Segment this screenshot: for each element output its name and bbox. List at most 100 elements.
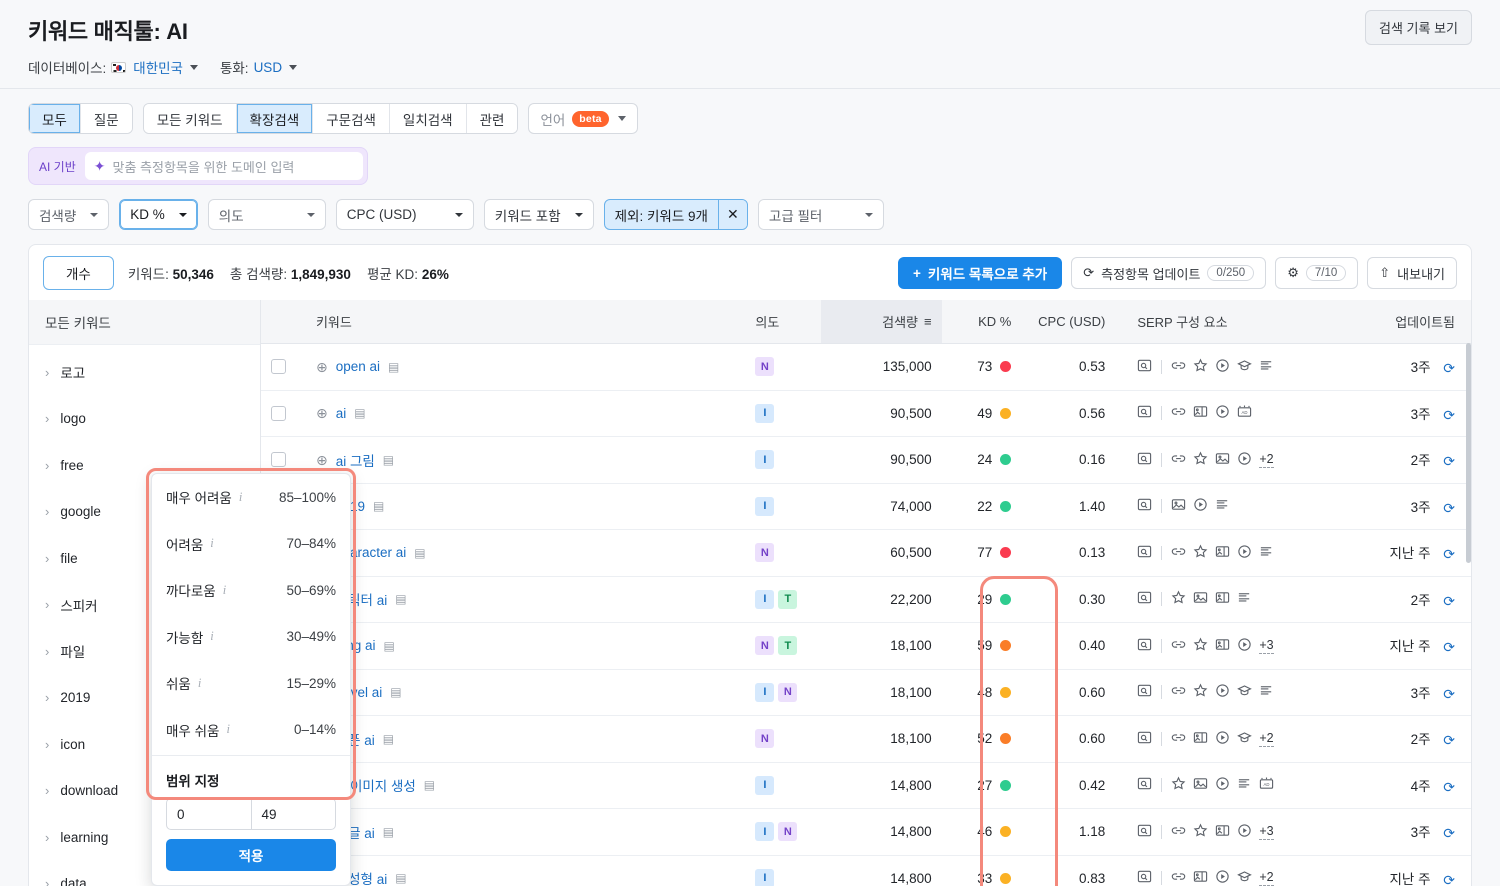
tab-broad-match[interactable]: 확장검색: [236, 104, 314, 133]
serp-image-icon[interactable]: [1193, 776, 1208, 794]
table-row[interactable]: ⊕ character ai ▤ N 60,500 77 0.13 지난 주 ⟳: [261, 529, 1471, 577]
add-keyword-icon[interactable]: ⊕: [316, 453, 328, 467]
info-icon[interactable]: i: [239, 490, 242, 505]
filter-kd[interactable]: KD %: [119, 199, 198, 230]
serp-search-icon[interactable]: [1137, 683, 1152, 701]
serp-imagepack-icon[interactable]: [1215, 590, 1230, 608]
keyword-link[interactable]: ai: [336, 406, 347, 421]
row-refresh-icon[interactable]: ⟳: [1443, 546, 1455, 562]
row-refresh-icon[interactable]: ⟳: [1443, 639, 1455, 655]
serp-video-icon[interactable]: [1237, 544, 1252, 562]
serp-hat-icon[interactable]: [1237, 683, 1253, 701]
serp-search-icon[interactable]: [1137, 637, 1152, 655]
serp-more-count[interactable]: +2: [1259, 731, 1274, 747]
kd-range-from-input[interactable]: 0: [167, 799, 251, 829]
keyword-link[interactable]: ai 그림: [336, 450, 375, 470]
serp-list-icon[interactable]: [1215, 497, 1230, 515]
serp-star-icon[interactable]: [1171, 590, 1186, 608]
serp-preview-icon[interactable]: ▤: [390, 685, 401, 699]
serp-imagepack-icon[interactable]: [1215, 544, 1230, 562]
sidebar-item[interactable]: › 로고: [29, 349, 260, 396]
serp-hat-icon[interactable]: [1237, 730, 1253, 748]
update-metrics-button[interactable]: ⟳ 측정항목 업데이트 0/250: [1071, 257, 1267, 289]
serp-image-icon[interactable]: [1193, 590, 1208, 608]
info-icon[interactable]: i: [198, 676, 201, 691]
serp-list-icon[interactable]: [1259, 544, 1274, 562]
serp-star-icon[interactable]: [1193, 544, 1208, 562]
table-row[interactable]: ⊕ ai ▤ I 90,500 49 0.56 AD 3주 ⟳: [261, 390, 1471, 437]
filter-advanced[interactable]: 고급 필터: [757, 199, 884, 230]
kd-filter-dropdown[interactable]: 매우 어려움 i 85–100% 어려움 i 70–84% 까다로움 i 50–…: [151, 473, 351, 886]
add-keyword-icon[interactable]: ⊕: [316, 360, 328, 374]
serp-search-icon[interactable]: [1137, 823, 1152, 841]
serp-video-icon[interactable]: [1215, 358, 1230, 376]
serp-star-icon[interactable]: [1193, 451, 1208, 469]
serp-preview-icon[interactable]: ▤: [395, 871, 406, 885]
row-checkbox[interactable]: [271, 452, 286, 468]
language-selector[interactable]: 언어 beta: [528, 103, 638, 134]
currency-value[interactable]: USD: [254, 60, 283, 75]
serp-link-icon[interactable]: [1171, 730, 1186, 748]
serp-search-icon[interactable]: [1137, 730, 1152, 748]
table-row[interactable]: ⊕ bing ai ▤ NT18,100 59 0.40 +3 지난 주 ⟳: [261, 622, 1471, 670]
serp-more-count[interactable]: +2: [1259, 870, 1274, 886]
serp-imagepack-icon[interactable]: [1193, 869, 1208, 886]
table-row[interactable]: ⊕ ai 그림 ▤ I 90,500 24 0.16 +2 2주 ⟳: [261, 436, 1471, 484]
row-checkbox-cell[interactable]: [261, 343, 306, 391]
close-icon[interactable]: ✕: [717, 200, 747, 229]
tab-all-keywords[interactable]: 모든 키워드: [143, 104, 237, 133]
count-tab[interactable]: 개수: [43, 256, 114, 290]
table-row[interactable]: ⊕ open ai ▤ N 135,000 73 0.53 3주 ⟳: [261, 343, 1471, 391]
serp-preview-icon[interactable]: ▤: [395, 592, 406, 606]
serp-hat-icon[interactable]: [1237, 869, 1253, 886]
serp-preview-icon[interactable]: ▤: [383, 825, 394, 839]
row-refresh-icon[interactable]: ⟳: [1443, 360, 1455, 376]
row-refresh-icon[interactable]: ⟳: [1443, 593, 1455, 609]
row-refresh-icon[interactable]: ⟳: [1443, 872, 1455, 886]
serp-search-icon[interactable]: [1137, 590, 1152, 608]
serp-video-icon[interactable]: [1215, 683, 1230, 701]
row-refresh-icon[interactable]: ⟳: [1443, 732, 1455, 748]
row-refresh-icon[interactable]: ⟳: [1443, 779, 1455, 795]
serp-search-icon[interactable]: [1137, 404, 1152, 422]
tab-exact-match[interactable]: 일치검색: [389, 104, 467, 133]
th-updated[interactable]: 업데이트됨: [1348, 300, 1471, 344]
serp-star-icon[interactable]: [1193, 358, 1208, 376]
th-intent[interactable]: 의도: [745, 300, 822, 344]
serp-link-icon[interactable]: [1171, 451, 1186, 469]
serp-video-icon[interactable]: [1215, 776, 1230, 794]
table-row[interactable]: ⊕ novel ai ▤ IN18,100 48 0.60 3주 ⟳: [261, 669, 1471, 716]
th-cpc[interactable]: CPC (USD): [1021, 300, 1116, 344]
serp-more-count[interactable]: +3: [1259, 824, 1274, 840]
filter-include-keywords[interactable]: 키워드 포함: [483, 199, 594, 230]
table-row[interactable]: ⊕ 캐릭터 ai ▤ IT22,200 29 0.30 2주 ⟳: [261, 576, 1471, 623]
keyword-link[interactable]: open ai: [336, 359, 380, 374]
serp-preview-icon[interactable]: ▤: [383, 453, 394, 467]
info-icon[interactable]: i: [210, 629, 213, 644]
serp-search-icon[interactable]: [1137, 358, 1152, 376]
serp-preview-icon[interactable]: ▤: [373, 499, 384, 513]
serp-link-icon[interactable]: [1171, 358, 1186, 376]
serp-preview-icon[interactable]: ▤: [414, 546, 425, 560]
serp-search-icon[interactable]: [1137, 451, 1152, 469]
kd-option[interactable]: 가능함 i 30–49%: [152, 614, 350, 661]
serp-link-icon[interactable]: [1171, 869, 1186, 886]
filter-cpc[interactable]: CPC (USD): [335, 199, 474, 230]
currency-selector[interactable]: 통화: USD: [220, 57, 298, 77]
info-icon[interactable]: i: [210, 536, 213, 551]
th-volume[interactable]: 검색량 ≡: [821, 300, 942, 344]
kd-option[interactable]: 어려움 i 70–84%: [152, 521, 350, 568]
serp-star-icon[interactable]: [1193, 637, 1208, 655]
serp-search-icon[interactable]: [1137, 869, 1152, 886]
table-row[interactable]: ⊕ 오픈 ai ▤ N 18,100 52 0.60 +2 2주 ⟳: [261, 715, 1471, 763]
table-scrollbar[interactable]: [1466, 343, 1471, 563]
database-selector[interactable]: 데이터베이스: 대한민국: [28, 57, 198, 77]
database-value[interactable]: 대한민국: [133, 57, 183, 77]
row-checkbox-cell[interactable]: [261, 390, 306, 437]
serp-imagepack-icon[interactable]: [1193, 730, 1208, 748]
search-history-button[interactable]: 검색 기록 보기: [1365, 10, 1472, 45]
kd-option[interactable]: 매우 어려움 i 85–100%: [152, 474, 350, 521]
serp-list-icon[interactable]: [1237, 776, 1252, 794]
serp-preview-icon[interactable]: ▤: [383, 639, 394, 653]
table-row[interactable]: ⊕ ai 19 ▤ I 74,000 22 1.40 3주 ⟳: [261, 483, 1471, 530]
